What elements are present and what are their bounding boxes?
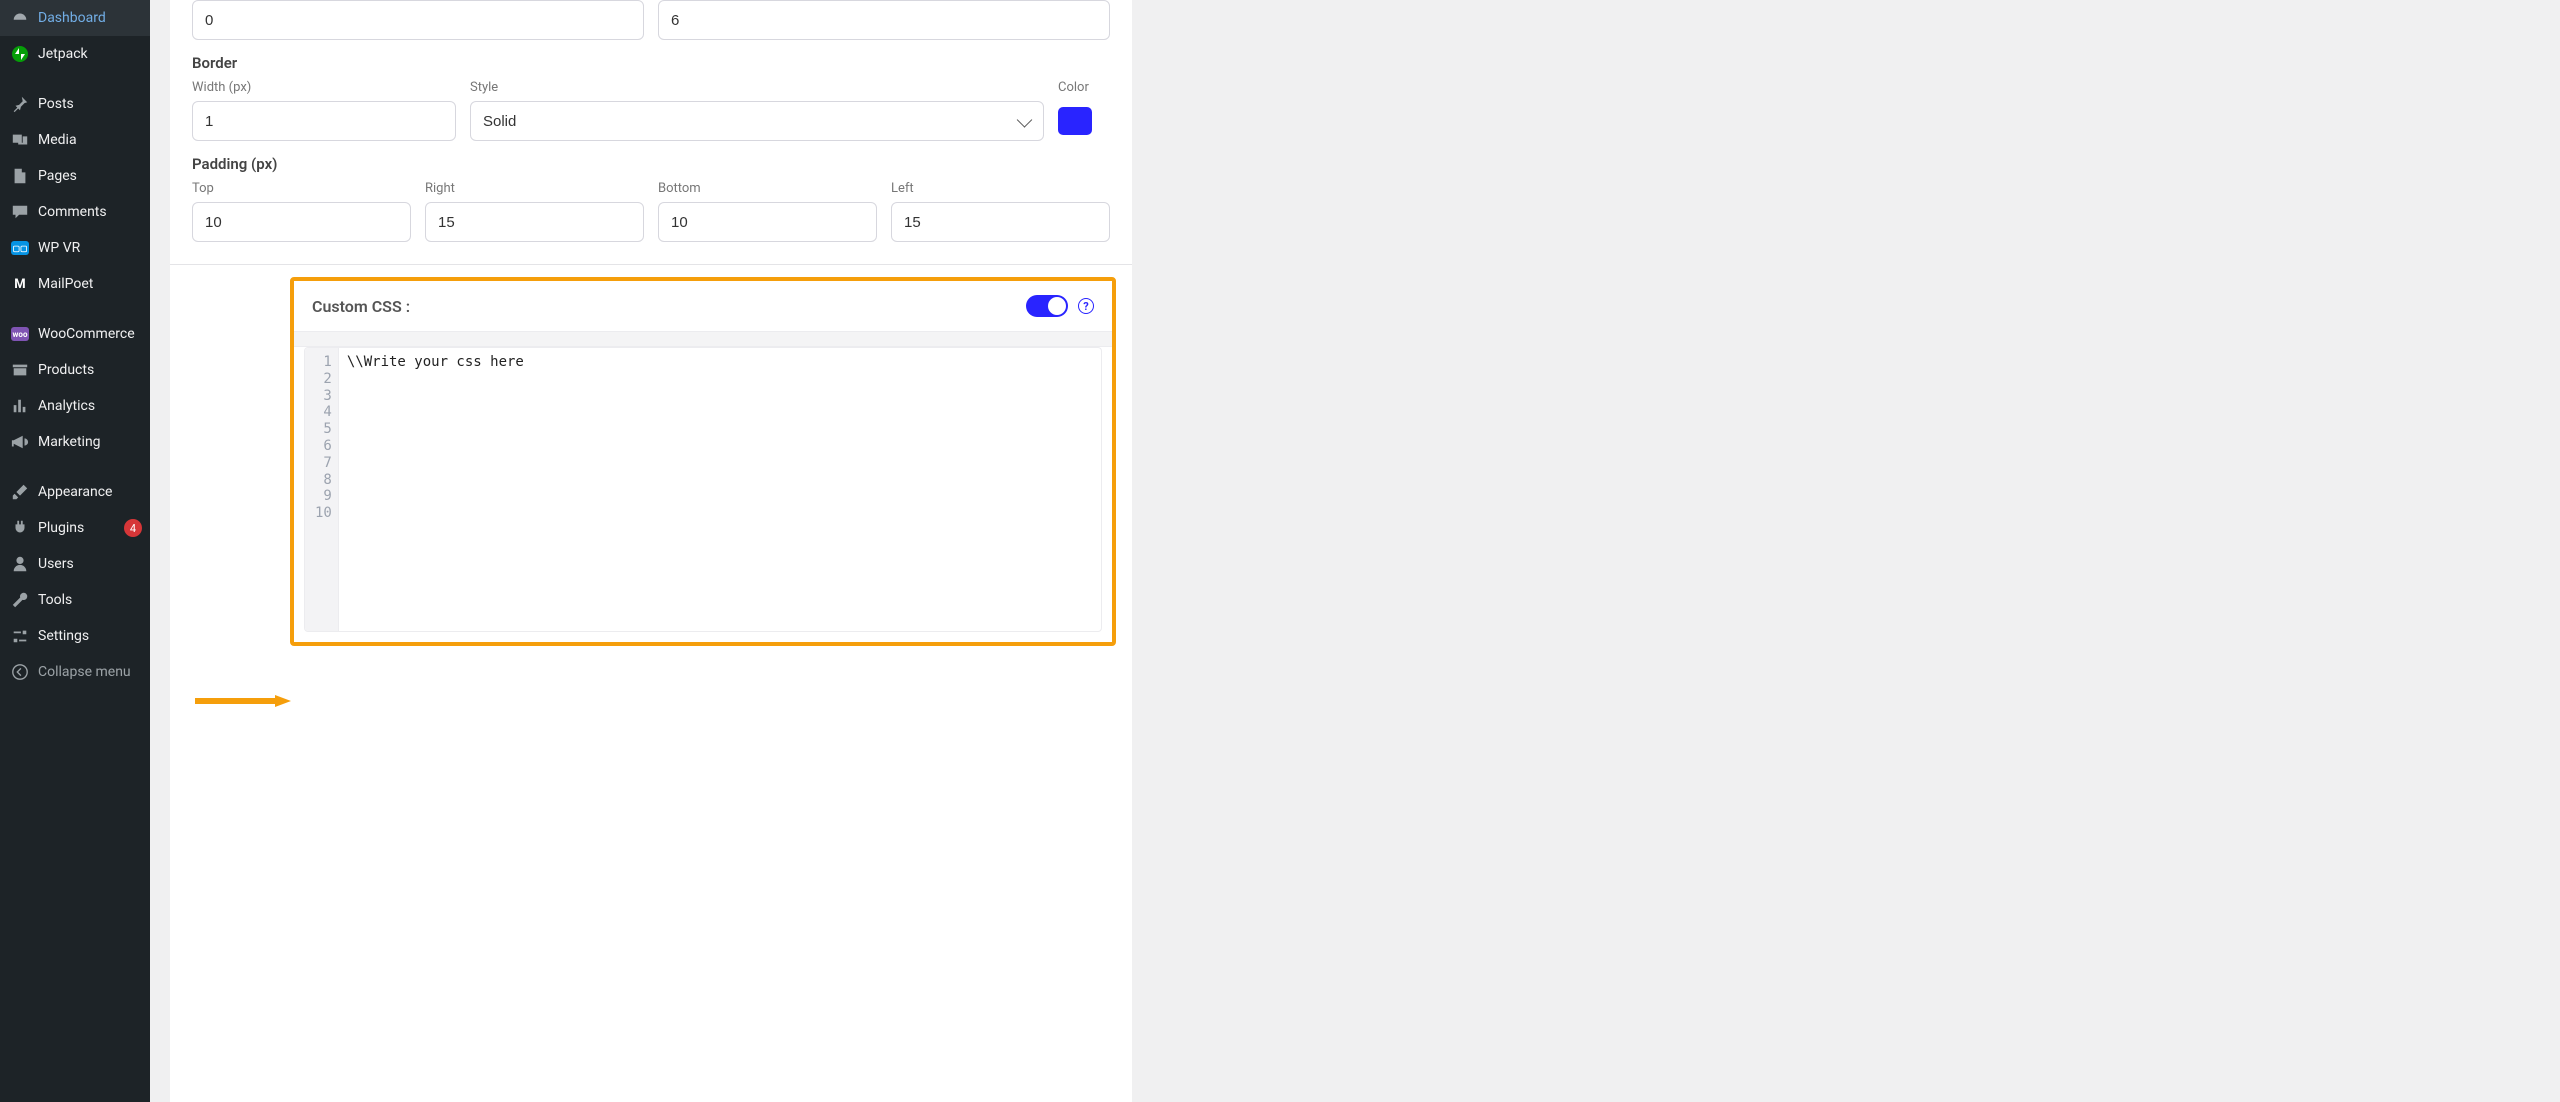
- sidebar-item-products[interactable]: Products: [0, 352, 150, 388]
- brush-icon: [10, 482, 30, 502]
- input-generic-right[interactable]: [658, 0, 1110, 40]
- section-padding: Padding (px): [192, 155, 1110, 173]
- sidebar-item-label: Posts: [38, 96, 142, 112]
- sidebar-item-label: Analytics: [38, 398, 142, 414]
- sidebar-spacer: [0, 460, 150, 474]
- content-column: Border Width (px) Style Solid: [170, 0, 1132, 1102]
- label-border-color: Color: [1058, 80, 1110, 95]
- woocommerce-icon: woo: [10, 324, 30, 344]
- editor-gutter: 1 2 3 4 5 6 7 8 9 10: [305, 348, 339, 631]
- sidebar-item-label: Media: [38, 132, 142, 148]
- sidebar-item-analytics[interactable]: Analytics: [0, 388, 150, 424]
- field-padding-bottom: Bottom: [658, 181, 877, 242]
- field-padding-top: Top: [192, 181, 411, 242]
- label-padding-top: Top: [192, 181, 411, 196]
- user-icon: [10, 554, 30, 574]
- label-padding-bottom: Bottom: [658, 181, 877, 196]
- sidebar-item-appearance[interactable]: Appearance: [0, 474, 150, 510]
- select-border-style[interactable]: Solid: [470, 101, 1044, 141]
- sidebar-item-media[interactable]: Media: [0, 122, 150, 158]
- editor-code[interactable]: \\Write your css here: [339, 348, 1101, 631]
- field-border-color: Color: [1058, 80, 1110, 141]
- sidebar-item-tools[interactable]: Tools: [0, 582, 150, 618]
- admin-sidebar: Dashboard Jetpack Posts Media Pages Comm…: [0, 0, 150, 1102]
- sidebar-item-woocommerce[interactable]: woo WooCommerce: [0, 316, 150, 352]
- input-padding-right[interactable]: [425, 202, 644, 242]
- sidebar-item-label: Appearance: [38, 484, 142, 500]
- field-unknown-left: [192, 0, 644, 40]
- sidebar-item-label: Collapse menu: [38, 664, 142, 680]
- sidebar-item-pages[interactable]: Pages: [0, 158, 150, 194]
- plug-icon: [10, 518, 30, 538]
- collapse-icon: [10, 662, 30, 682]
- update-badge: 4: [124, 519, 142, 537]
- sidebar-item-label: Users: [38, 556, 142, 572]
- jetpack-icon: [10, 44, 30, 64]
- field-border-style: Style Solid: [470, 80, 1044, 141]
- css-editor[interactable]: 1 2 3 4 5 6 7 8 9 10 \\Write your css he…: [304, 347, 1102, 632]
- custom-css-toggle[interactable]: [1026, 295, 1068, 317]
- custom-css-panel: Custom CSS : ? 1 2 3 4 5 6 7 8 9 10 \\Wr…: [290, 277, 1116, 646]
- custom-css-title: Custom CSS :: [312, 297, 1016, 316]
- sidebar-item-users[interactable]: Users: [0, 546, 150, 582]
- input-generic-left[interactable]: [192, 0, 644, 40]
- label-padding-right: Right: [425, 181, 644, 196]
- annotation-arrow: [195, 695, 291, 707]
- color-swatch[interactable]: [1058, 107, 1092, 135]
- style-form: Border Width (px) Style Solid: [170, 0, 1132, 264]
- sidebar-item-mailpoet[interactable]: M MailPoet: [0, 266, 150, 302]
- sidebar-item-label: Settings: [38, 628, 142, 644]
- label-padding-left: Left: [891, 181, 1110, 196]
- pin-icon: [10, 94, 30, 114]
- sidebar-item-marketing[interactable]: Marketing: [0, 424, 150, 460]
- media-icon: [10, 130, 30, 150]
- sidebar-item-posts[interactable]: Posts: [0, 86, 150, 122]
- sidebar-item-label: Pages: [38, 168, 142, 184]
- sidebar-item-label: Products: [38, 362, 142, 378]
- sidebar-spacer: [0, 302, 150, 316]
- input-border-width[interactable]: [192, 101, 456, 141]
- section-border: Border: [192, 54, 1110, 72]
- sidebar-item-label: Plugins: [38, 520, 112, 536]
- sidebar-item-label: WP VR: [38, 240, 142, 256]
- sidebar-item-label: WooCommerce: [38, 326, 142, 342]
- pages-icon: [10, 166, 30, 186]
- archive-icon: [10, 360, 30, 380]
- input-padding-top[interactable]: [192, 202, 411, 242]
- field-padding-left: Left: [891, 181, 1110, 242]
- sidebar-item-label: Comments: [38, 204, 142, 220]
- field-border-width: Width (px): [192, 80, 456, 141]
- sliders-icon: [10, 626, 30, 646]
- sidebar-spacer: [0, 72, 150, 86]
- custom-css-header: Custom CSS : ?: [294, 281, 1112, 331]
- sidebar-item-label: MailPoet: [38, 276, 142, 292]
- input-padding-left[interactable]: [891, 202, 1110, 242]
- sidebar-item-dashboard[interactable]: Dashboard: [0, 0, 150, 36]
- input-padding-bottom[interactable]: [658, 202, 877, 242]
- sidebar-item-settings[interactable]: Settings: [0, 618, 150, 654]
- main-area: Border Width (px) Style Solid: [150, 0, 2560, 1102]
- field-unknown-right: [658, 0, 1110, 40]
- panel-divider: [294, 331, 1112, 347]
- label-border-style: Style: [470, 80, 1044, 95]
- sidebar-item-label: Jetpack: [38, 46, 142, 62]
- field-padding-right: Right: [425, 181, 644, 242]
- mailpoet-icon: M: [10, 274, 30, 294]
- sidebar-item-wpvr[interactable]: ▢▢ WP VR: [0, 230, 150, 266]
- wpvr-icon: ▢▢: [10, 238, 30, 258]
- sidebar-item-jetpack[interactable]: Jetpack: [0, 36, 150, 72]
- megaphone-icon: [10, 432, 30, 452]
- sidebar-item-label: Dashboard: [38, 10, 142, 26]
- dashboard-icon: [10, 8, 30, 28]
- sidebar-item-label: Marketing: [38, 434, 142, 450]
- sidebar-item-comments[interactable]: Comments: [0, 194, 150, 230]
- sidebar-collapse[interactable]: Collapse menu: [0, 654, 150, 690]
- label-border-width: Width (px): [192, 80, 456, 95]
- help-icon[interactable]: ?: [1078, 298, 1094, 314]
- sidebar-item-label: Tools: [38, 592, 142, 608]
- analytics-icon: [10, 396, 30, 416]
- wrench-icon: [10, 590, 30, 610]
- sidebar-item-plugins[interactable]: Plugins 4: [0, 510, 150, 546]
- comments-icon: [10, 202, 30, 222]
